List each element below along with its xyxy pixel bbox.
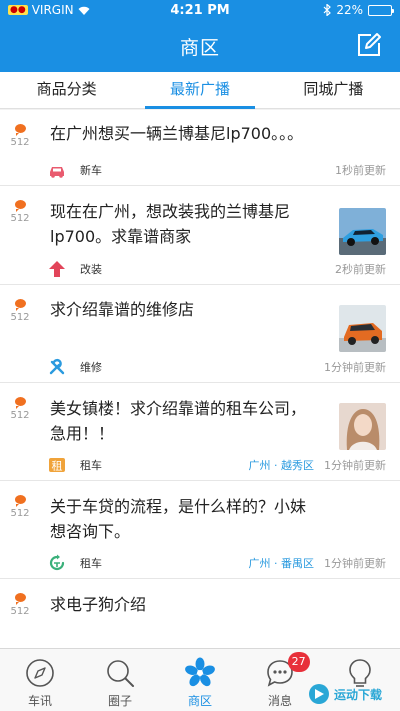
- post-item[interactable]: 512 求电子狗介绍: [0, 579, 400, 639]
- post-item[interactable]: 512 求介绍靠谱的维修店 维修 1分钟前更新: [0, 285, 400, 383]
- comment-count-block: 512: [9, 124, 31, 148]
- post-time: 1分钟前更新: [324, 557, 386, 570]
- post-meta: 新车 1秒前更新: [48, 161, 386, 179]
- unread-badge: 27: [287, 652, 310, 672]
- tabbar-label: 圈子: [107, 694, 132, 708]
- page-title: 商区: [179, 36, 220, 59]
- tabbar-label: 商区: [187, 694, 212, 708]
- post-item[interactable]: 512 美女镇楼！求介绍靠谱的租车公司， 急用！！ 租 租车 广州 · 越秀区 …: [0, 383, 400, 481]
- comment-count: 512: [10, 508, 30, 519]
- post-item[interactable]: 512 关于车贷的流程，是什么样的？小妹 想咨询下。 租车 广州 · 番禺区 1…: [0, 481, 400, 579]
- tab-categories[interactable]: 商品分类: [0, 72, 133, 108]
- post-tag: 维修: [80, 361, 102, 374]
- post-time: 2秒前更新: [335, 263, 386, 276]
- comment-count: 512: [10, 137, 30, 148]
- post-meta: 维修 1分钟前更新: [48, 358, 386, 376]
- post-text: 美女镇楼！求介绍靠谱的租车公司， 急用！！: [50, 396, 306, 446]
- magnifier-icon: [107, 660, 134, 687]
- comment-count-block: 512: [9, 397, 31, 421]
- post-item[interactable]: 512 现在在广州，想改装我的兰博基尼 lp700。求靠谱商家 改装 2秒前更新: [0, 186, 400, 285]
- tab-local-broadcast[interactable]: 同城广播: [267, 72, 400, 108]
- bottom-tab-bar: 车讯 圈子 商区 27 消息 运动下载: [0, 648, 400, 711]
- tab-latest-broadcast[interactable]: 最新广播: [133, 72, 266, 109]
- post-item[interactable]: 512 在广州想买一辆兰博基尼lp700。。。 新车 1秒前更新: [0, 110, 400, 186]
- flower-icon: [185, 657, 215, 687]
- post-text-line: 求电子狗介绍: [50, 595, 147, 614]
- comment-count: 512: [10, 606, 30, 617]
- post-text-line: 急用！！: [50, 424, 115, 443]
- tabbar-item-circle[interactable]: 圈子: [80, 649, 160, 711]
- comment-count-block: 512: [9, 495, 31, 519]
- watermark: 运动下载: [308, 683, 394, 705]
- tabbar-item-news[interactable]: 车讯: [0, 649, 80, 711]
- comment-count: 512: [10, 410, 30, 421]
- post-meta: 租 租车 广州 · 越秀区 1分钟前更新: [48, 456, 386, 474]
- comment-bubble-icon: [14, 495, 26, 507]
- comment-count: 512: [10, 213, 30, 224]
- upgrade-arrow-icon: [49, 261, 65, 277]
- comment-count-block: 512: [9, 299, 31, 323]
- comment-bubble-icon: [14, 200, 26, 212]
- post-thumbnail[interactable]: [339, 403, 386, 450]
- post-time: 1秒前更新: [335, 164, 386, 177]
- post-text-line: 想咨询下。: [50, 522, 131, 541]
- wrench-icon: [49, 358, 65, 375]
- post-text: 现在在广州，想改装我的兰博基尼 lp700。求靠谱商家: [50, 199, 290, 249]
- app-header: ●● VIRGIN 4:21 PM 22% 商区: [0, 0, 400, 72]
- post-list[interactable]: 512 在广州想买一辆兰博基尼lp700。。。 新车 1秒前更新 512 现在在…: [0, 110, 400, 648]
- post-text: 在广州想买一辆兰博基尼lp700。。。: [50, 121, 303, 146]
- post-text: 关于车贷的流程，是什么样的？小妹 想咨询下。: [50, 494, 306, 544]
- comment-count-block: 512: [9, 593, 31, 617]
- post-text: 求电子狗介绍: [50, 592, 146, 617]
- post-meta: 租车 广州 · 番禺区 1分钟前更新: [48, 554, 386, 572]
- battery-icon: [368, 4, 394, 16]
- tabbar-item-business[interactable]: 商区: [160, 649, 240, 711]
- post-text-line: 现在在广州，想改装我的兰博基尼: [50, 202, 291, 221]
- comment-bubble-icon: [14, 593, 26, 605]
- loan-icon: [49, 554, 65, 571]
- nav-bar: 商区: [0, 20, 400, 72]
- status-bar: ●● VIRGIN 4:21 PM 22%: [0, 0, 400, 20]
- post-text-line: 美女镇楼！求介绍靠谱的租车公司，: [50, 399, 307, 418]
- post-tag: 改装: [80, 263, 102, 276]
- post-thumbnail[interactable]: [339, 208, 386, 255]
- post-location[interactable]: 广州 · 越秀区: [249, 457, 315, 473]
- post-text-line: 在广州想买一辆兰博基尼lp700。。。: [50, 124, 304, 143]
- post-thumbnail[interactable]: [339, 305, 386, 352]
- post-tag: 租车: [80, 459, 102, 472]
- comment-count-block: 512: [9, 200, 31, 224]
- compass-icon: [26, 659, 54, 687]
- watermark-logo-icon: [309, 684, 329, 704]
- comment-bubble-icon: [14, 299, 26, 311]
- post-tag: 新车: [80, 164, 102, 177]
- compose-icon[interactable]: [356, 32, 382, 58]
- comment-bubble-icon: [14, 124, 26, 136]
- comment-bubble-icon: [14, 397, 26, 409]
- comment-count: 512: [10, 312, 30, 323]
- rent-icon: 租: [49, 458, 65, 473]
- svg-text:租: 租: [52, 460, 63, 473]
- post-text-line: 关于车贷的流程，是什么样的？小妹: [50, 497, 307, 516]
- tab-bar: 商品分类 最新广播 同城广播: [0, 72, 400, 109]
- post-text-line: lp700。求靠谱商家: [50, 227, 192, 246]
- post-tag: 租车: [80, 557, 102, 570]
- post-time: 1分钟前更新: [324, 361, 386, 374]
- car-icon: [50, 167, 64, 178]
- tabbar-label: 消息: [267, 694, 292, 708]
- status-time: 4:21 PM: [170, 2, 230, 18]
- watermark-text: 运动下载: [334, 687, 383, 702]
- post-meta: 改装 2秒前更新: [48, 260, 386, 278]
- tabbar-label: 车讯: [27, 694, 52, 708]
- post-time: 1分钟前更新: [324, 459, 386, 472]
- post-location[interactable]: 广州 · 番禺区: [249, 555, 315, 571]
- post-text-line: 求介绍靠谱的维修店: [50, 300, 195, 319]
- post-text: 求介绍靠谱的维修店: [50, 297, 194, 322]
